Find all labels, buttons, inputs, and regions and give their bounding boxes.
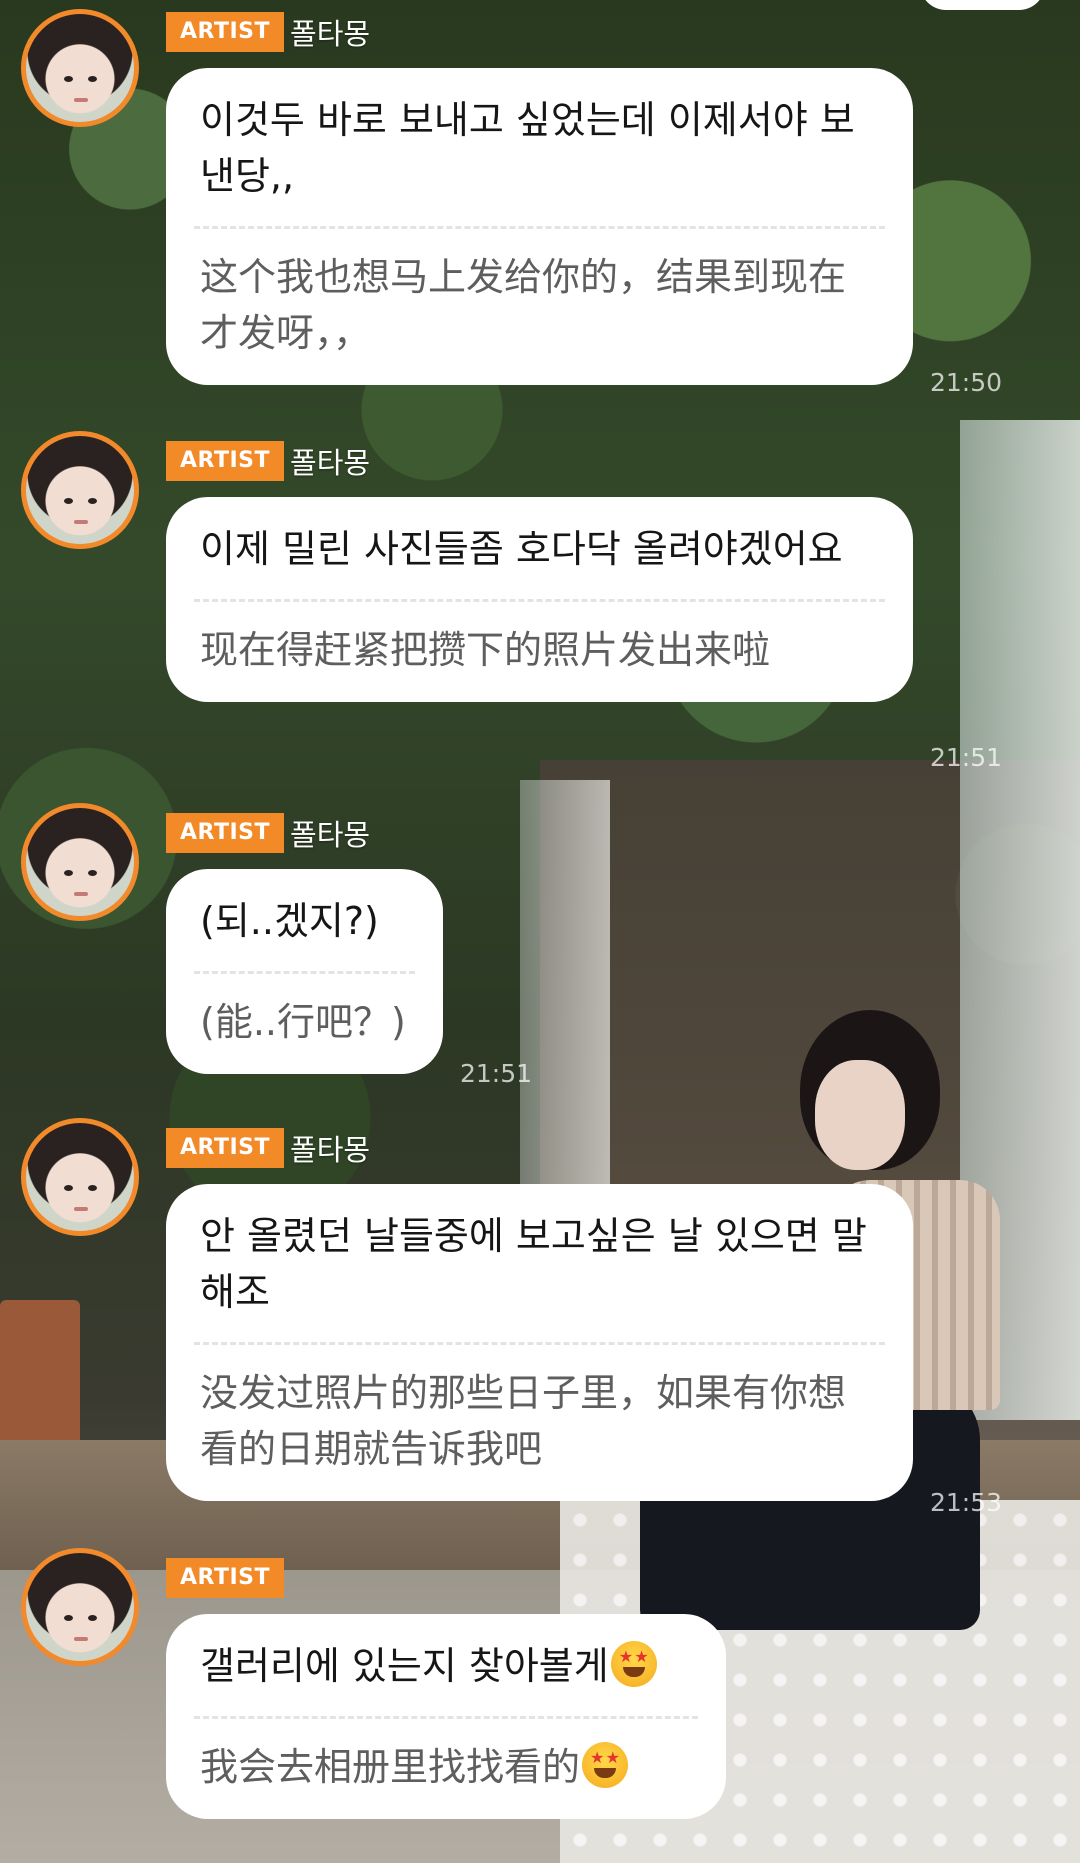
original-text: 이것두 바로 보내고 싶었는데 이제서야 보낸당,, xyxy=(200,98,855,198)
star-struck-emoji xyxy=(582,1742,629,1788)
sender-row: ARTIST xyxy=(166,1558,285,1598)
artist-avatar[interactable] xyxy=(21,803,139,921)
artist-badge: ARTIST xyxy=(166,813,285,853)
message-bubble[interactable]: 갤러리에 있는지 찾아볼게 我会去相册里找找看的 xyxy=(166,1614,726,1819)
star-struck-emoji xyxy=(610,1641,657,1687)
artist-avatar[interactable] xyxy=(21,431,139,549)
sender-row: ARTIST 폴타몽 xyxy=(166,12,370,52)
artist-avatar[interactable] xyxy=(21,9,139,127)
translation-text: 没发过照片的那些日子里，如果有你想看的日期就告诉我吧 xyxy=(200,1371,847,1471)
sender-name: 폴타몽 xyxy=(290,818,371,852)
sender-name: 폴타몽 xyxy=(290,17,371,51)
sender-row: ARTIST 폴타몽 xyxy=(166,1128,370,1168)
original-text: 이제 밀린 사진들좀 호다닥 올려야겠어요 xyxy=(200,527,843,571)
sender-row: ARTIST 폴타몽 xyxy=(166,813,370,853)
artist-avatar[interactable] xyxy=(21,1548,139,1666)
message-bubble[interactable]: 이제 밀린 사진들좀 호다닥 올려야겠어요 现在得赶紧把攒下的照片发出来啦 xyxy=(166,497,913,702)
flower-pot xyxy=(0,1300,80,1460)
artist-badge: ARTIST xyxy=(166,1558,285,1598)
person-face xyxy=(815,1060,905,1170)
timestamp: 21:50 xyxy=(930,368,1003,397)
translation-text-content: 我会去相册里找找看的 xyxy=(200,1745,581,1789)
sender-name: 폴타몽 xyxy=(290,446,371,480)
message-bubble[interactable]: 안 올렸던 날들중에 보고싶은 날 있으면 말해조 没发过照片的那些日子里，如果… xyxy=(166,1184,913,1501)
original-text: 갤러리에 있는지 찾아볼게 xyxy=(200,1614,692,1716)
timestamp: 21:51 xyxy=(930,743,1003,772)
translation-text: 我会去相册里找找看的 xyxy=(200,1719,692,1819)
sender-name: 폴타몽 xyxy=(290,1133,371,1167)
artist-badge: ARTIST xyxy=(166,12,285,52)
artist-avatar[interactable] xyxy=(21,1118,139,1236)
original-text: 안 올렸던 날들중에 보고싶은 날 있으면 말해조 xyxy=(200,1214,867,1314)
timestamp: 21:53 xyxy=(930,1488,1003,1517)
timestamp: 21:51 xyxy=(460,1059,533,1088)
sender-row: ARTIST 폴타몽 xyxy=(166,441,370,481)
translation-text: (能..行吧？) xyxy=(200,1000,406,1044)
translation-text: 这个我也想马上发给你的，结果到现在才发呀，， xyxy=(200,255,847,355)
previous-message-bubble-edge xyxy=(920,0,1045,10)
translation-text: 现在得赶紧把攒下的照片发出来啦 xyxy=(200,628,771,672)
artist-badge: ARTIST xyxy=(166,441,285,481)
message-bubble[interactable]: (되..겠지?) (能..行吧？) xyxy=(166,869,443,1074)
artist-badge: ARTIST xyxy=(166,1128,285,1168)
message-bubble[interactable]: 이것두 바로 보내고 싶었는데 이제서야 보낸당,, 这个我也想马上发给你的，结… xyxy=(166,68,913,385)
original-text: (되..겠지?) xyxy=(200,899,379,943)
original-text-content: 갤러리에 있는지 찾아볼게 xyxy=(200,1644,609,1688)
